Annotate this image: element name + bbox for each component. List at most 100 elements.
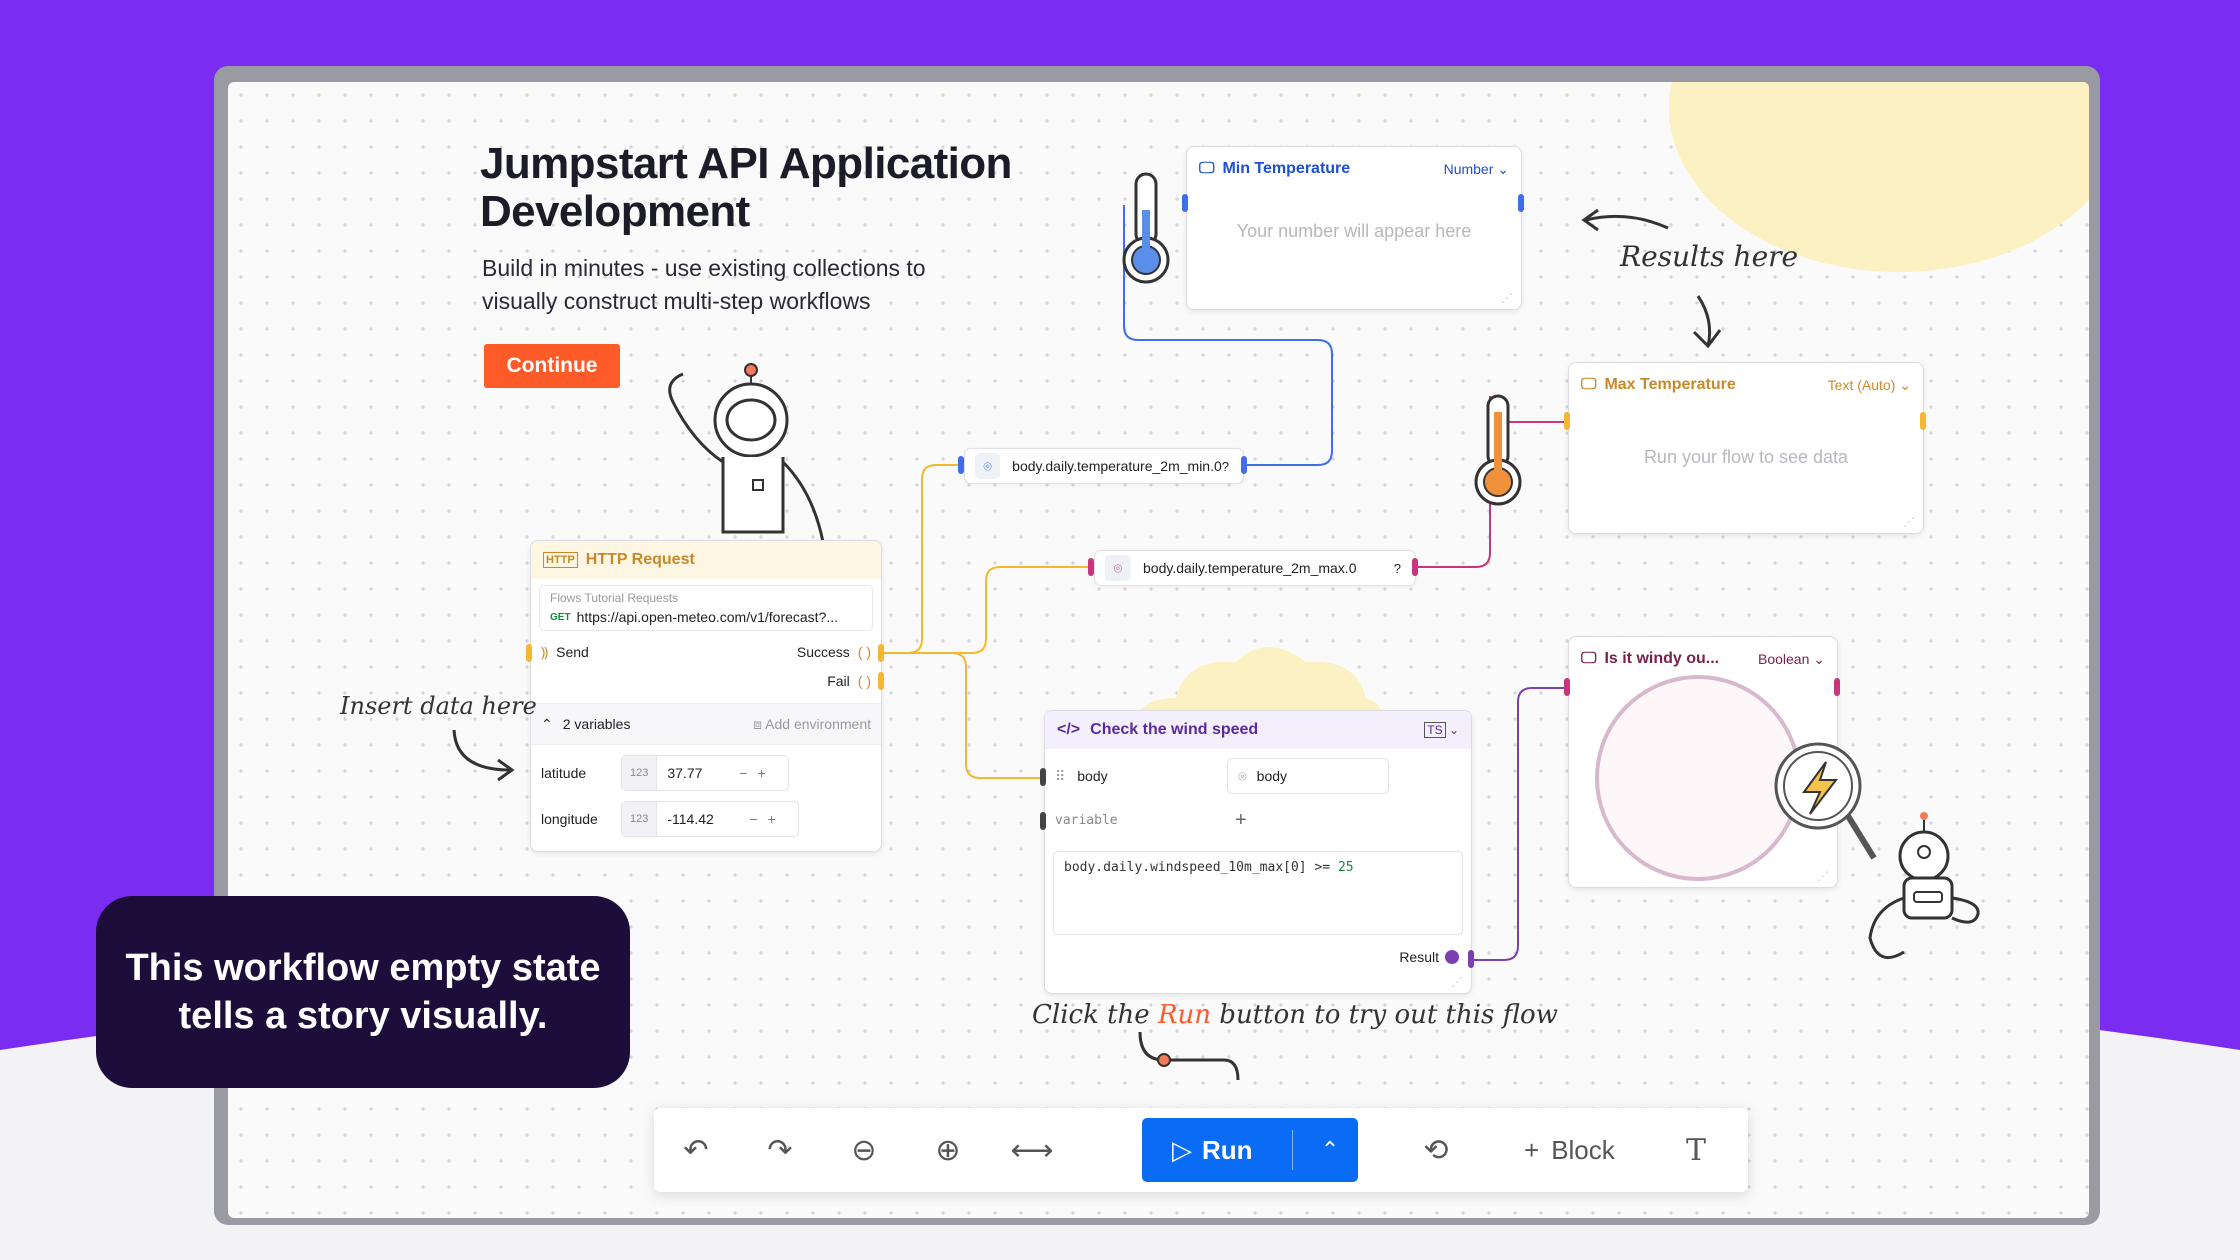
run-label: Run	[1202, 1134, 1253, 1165]
variable-name: longitude	[541, 811, 598, 827]
run-button[interactable]: ▷ Run ⌃	[1142, 1118, 1358, 1182]
continue-button[interactable]: Continue	[484, 344, 620, 388]
send-label: Send	[556, 644, 589, 660]
send-icon: ⸩	[541, 643, 549, 660]
output-port[interactable]	[1241, 456, 1247, 474]
result-label: Result	[1399, 949, 1439, 965]
thermometer-hot-icon	[1474, 394, 1522, 506]
send-port[interactable]	[526, 644, 532, 662]
max-temperature-node[interactable]: 🖵 Max Temperature Text (Auto) ⌄ Run your…	[1568, 362, 1924, 534]
node-title: HTTP Request	[585, 551, 695, 568]
chevron-down-icon: ⌄	[1448, 723, 1459, 737]
script-node[interactable]: </> Check the wind speed TS ⌄ ⠿ body ⌾ b…	[1044, 710, 1472, 994]
help-icon[interactable]: ?	[1394, 561, 1401, 576]
result-port[interactable]	[1468, 950, 1474, 968]
input-port[interactable]	[1564, 412, 1570, 430]
zoom-out-icon[interactable]: ⊖	[822, 1108, 906, 1192]
result-type-icon	[1445, 950, 1459, 964]
click-arrow-icon	[1138, 1031, 1240, 1081]
chevron-down-icon: ⌄	[1497, 160, 1509, 177]
minus-icon[interactable]: −	[749, 811, 757, 827]
output-port[interactable]	[1518, 194, 1524, 212]
insert-annotation: Insert data here	[340, 692, 537, 720]
resize-grip-icon[interactable]: ⋰	[1501, 291, 1513, 305]
selector-max[interactable]: ⌾ body.daily.temperature_2m_max.0 ?	[1094, 550, 1416, 586]
latitude-stepper[interactable]: 123 37.77 − +	[621, 755, 789, 791]
variable-input[interactable]: variable	[1055, 813, 1235, 828]
fit-view-icon[interactable]: ⟷	[990, 1108, 1074, 1192]
selector-path: body.daily.temperature_2m_min.0	[1012, 458, 1222, 474]
add-variable-icon[interactable]: +	[1235, 809, 1247, 832]
collection-name: Flows Tutorial Requests	[550, 591, 679, 605]
min-temperature-node[interactable]: 🖵 Min Temperature Number ⌄ Your number w…	[1186, 146, 1522, 310]
help-icon[interactable]: ?	[1222, 459, 1229, 474]
callout-line-2: tells a story visually.	[178, 995, 548, 1037]
resize-grip-icon[interactable]: ⋰	[1903, 515, 1915, 529]
success-port[interactable]	[878, 644, 884, 662]
thermometer-cold-icon	[1122, 172, 1170, 284]
add-environment-button[interactable]: ⧈ Add environment	[753, 716, 871, 733]
input-selector[interactable]: ⌾ body	[1227, 758, 1390, 794]
fail-port[interactable]	[878, 672, 884, 690]
output-port[interactable]	[1412, 558, 1418, 576]
longitude-stepper[interactable]: 123 -114.42 − +	[621, 801, 799, 837]
environment-icon: ⧈	[753, 715, 766, 732]
run-history-icon[interactable]: ⟲	[1394, 1108, 1478, 1192]
typescript-icon: TS	[1424, 722, 1446, 738]
http-icon: HTTP	[543, 552, 578, 568]
type-select[interactable]: Number ⌄	[1444, 161, 1509, 178]
chevron-down-icon: ⌄	[1899, 376, 1911, 393]
run-options-chevron-icon[interactable]: ⌃	[1302, 1137, 1358, 1163]
input-name[interactable]: body	[1077, 768, 1227, 784]
page-subtitle: Build in minutes - use existing collecti…	[482, 255, 926, 314]
story-callout: This workflow empty state tells a story …	[96, 896, 630, 1088]
play-icon: ▷	[1172, 1134, 1192, 1165]
input-port[interactable]	[958, 456, 964, 474]
input-port[interactable]	[1182, 194, 1188, 212]
input-port[interactable]	[1564, 678, 1570, 696]
language-select[interactable]: TS ⌄	[1424, 722, 1459, 738]
number-type-icon: 123	[622, 756, 658, 790]
display-icon: 🖵	[1199, 160, 1215, 177]
plus-icon[interactable]: +	[758, 765, 766, 781]
output-slot-icon: ( )	[857, 673, 871, 689]
selector-icon: ⌾	[1238, 767, 1247, 784]
code-editor[interactable]: body.daily.windspeed_10m_max[0] >= 25	[1053, 851, 1463, 935]
drag-handle-icon[interactable]: ⠿	[1055, 768, 1065, 785]
results-annotation: Results here	[1620, 240, 1799, 273]
chevron-up-icon[interactable]: ⌃	[541, 716, 553, 733]
display-icon: 🖵	[1581, 650, 1597, 667]
plus-icon[interactable]: +	[768, 811, 776, 827]
text-tool-icon[interactable]: T	[1654, 1108, 1738, 1192]
http-request-node[interactable]: HTTP HTTP Request Flows Tutorial Request…	[530, 540, 882, 852]
input-port[interactable]	[1088, 558, 1094, 576]
insert-arrow-icon	[452, 729, 515, 782]
output-port[interactable]	[1920, 412, 1926, 430]
redo-icon[interactable]: ↷	[738, 1108, 822, 1192]
resize-grip-icon[interactable]: ⋰	[1451, 975, 1463, 989]
node-title: Min Temperature	[1222, 160, 1351, 177]
bottom-toolbar: ↶ ↷ ⊖ ⊕ ⟷ ▷ Run ⌃ ⟲ + Block T	[654, 1108, 1748, 1192]
astronaut-illustration	[668, 363, 825, 543]
selector-icon: ⌾	[1105, 555, 1131, 581]
node-placeholder: Your number will appear here	[1236, 221, 1472, 241]
variable-value[interactable]: 37.77	[667, 765, 729, 781]
type-select[interactable]: Text (Auto) ⌄	[1828, 377, 1911, 394]
undo-icon[interactable]: ↶	[654, 1108, 738, 1192]
zoom-in-icon[interactable]: ⊕	[906, 1108, 990, 1192]
add-block-button[interactable]: + Block	[1524, 1108, 1615, 1192]
variable-port[interactable]	[1040, 812, 1046, 830]
node-placeholder: Run your flow to see data	[1643, 447, 1849, 467]
input-port[interactable]	[1040, 768, 1046, 786]
output-port[interactable]	[1834, 678, 1840, 696]
request-selector[interactable]: Flows Tutorial Requests GET https://api.…	[539, 585, 873, 631]
variable-value[interactable]: -114.42	[667, 811, 739, 827]
results-arrow-icon	[1581, 208, 1722, 349]
minus-icon[interactable]: −	[739, 765, 747, 781]
selector-min[interactable]: ⌾ body.daily.temperature_2m_min.0 ?	[964, 448, 1244, 484]
fail-label: Fail	[827, 673, 850, 689]
variables-count: 2 variables	[562, 716, 631, 732]
callout-line-1: This workflow empty state	[125, 947, 601, 989]
boolean-indicator	[1595, 675, 1801, 881]
type-select[interactable]: Boolean ⌄	[1758, 651, 1825, 668]
